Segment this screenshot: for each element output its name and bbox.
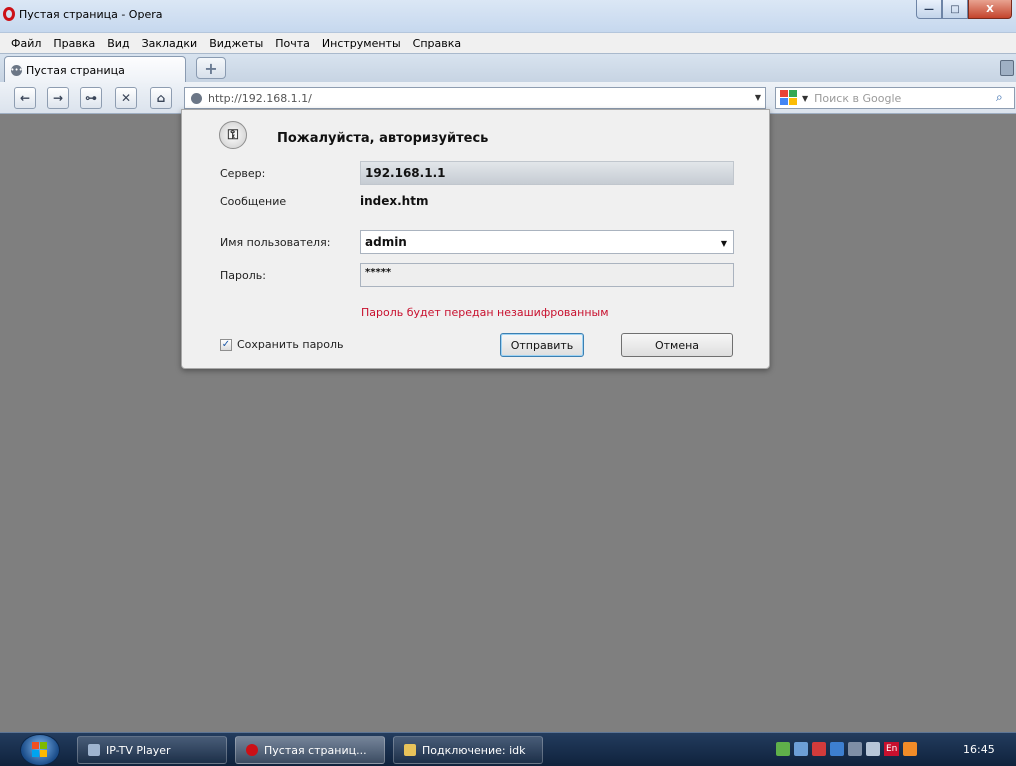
- stop-button[interactable]: ✕: [115, 87, 137, 109]
- windows-logo-icon: [32, 742, 48, 758]
- unencrypted-warning: Пароль будет передан незашифрованным: [361, 306, 609, 319]
- tray-shield-icon[interactable]: [830, 742, 844, 756]
- taskbar: IP-TV Player Пустая страниц... Подключен…: [0, 732, 1016, 766]
- taskbar-item-label: Пустая страниц...: [264, 743, 367, 757]
- search-placeholder: Поиск в Google: [814, 91, 902, 105]
- auth-dialog: ⚿ Пожалуйста, авторизуйтесь Сервер: 192.…: [181, 109, 770, 369]
- tray-antivirus-icon[interactable]: [812, 742, 826, 756]
- opera-logo-icon: [3, 7, 15, 21]
- search-icon[interactable]: ⌕: [996, 90, 1012, 106]
- taskbar-item-label: IP-TV Player: [106, 743, 171, 757]
- password-field[interactable]: *****: [360, 263, 734, 287]
- folder-icon: [404, 744, 416, 756]
- tray-network-icon[interactable]: [794, 742, 808, 756]
- close-button[interactable]: X: [968, 0, 1012, 19]
- taskbar-item-label: Подключение: idk: [422, 743, 526, 757]
- minimize-button[interactable]: —: [916, 0, 942, 19]
- volume-icon[interactable]: [866, 742, 880, 756]
- back-button[interactable]: ←: [14, 87, 36, 109]
- start-button[interactable]: [20, 734, 60, 766]
- submit-button[interactable]: Отправить: [500, 333, 584, 357]
- clock[interactable]: 16:45: [963, 743, 995, 756]
- tab-blank-page[interactable]: ••• Пустая страница: [4, 56, 186, 83]
- search-field[interactable]: ▼ Поиск в Google ⌕: [775, 87, 1015, 109]
- chevron-down-icon[interactable]: ▼: [721, 239, 727, 248]
- forward-button[interactable]: →: [47, 87, 69, 109]
- server-label: Сервер:: [220, 167, 266, 180]
- maximize-button[interactable]: □: [942, 0, 968, 19]
- system-tray: En: [776, 742, 921, 756]
- tab-label: Пустая страница: [26, 63, 125, 77]
- window-controls: — □ X: [916, 0, 1012, 20]
- new-tab-button[interactable]: +: [196, 57, 226, 79]
- trash-icon[interactable]: [1000, 60, 1014, 76]
- username-value: admin: [365, 235, 407, 249]
- key-icon: ⚿: [219, 121, 247, 149]
- menu-mail[interactable]: Почта: [269, 37, 316, 50]
- tray-update-icon[interactable]: [903, 742, 918, 756]
- address-text: http://192.168.1.1/: [208, 91, 312, 105]
- tab-bar: ••• Пустая страница +: [0, 53, 1016, 83]
- menu-edit[interactable]: Правка: [47, 37, 101, 50]
- menu-widgets[interactable]: Виджеты: [203, 37, 269, 50]
- save-password-checkbox[interactable]: ✓: [220, 339, 232, 351]
- message-label: Сообщение: [220, 195, 287, 208]
- server-value: 192.168.1.1: [360, 161, 734, 185]
- taskbar-item-connection[interactable]: Подключение: idk: [393, 736, 543, 764]
- window-title: Пустая страница - Opera: [19, 8, 163, 21]
- google-icon[interactable]: [780, 90, 800, 106]
- menu-help[interactable]: Справка: [407, 37, 467, 50]
- menu-file[interactable]: Файл: [5, 37, 47, 50]
- speed-dial-icon: •••: [10, 64, 23, 76]
- username-label: Имя пользователя:: [220, 236, 331, 249]
- tray-display-icon[interactable]: [848, 742, 862, 756]
- address-bar[interactable]: http://192.168.1.1/ ▼: [184, 87, 766, 109]
- menu-tools[interactable]: Инструменты: [316, 37, 407, 50]
- dialog-title: Пожалуйста, авторизуйтесь: [277, 131, 489, 146]
- opera-icon: [246, 744, 258, 756]
- search-engine-chevron-icon[interactable]: ▼: [802, 94, 808, 103]
- taskbar-item-opera[interactable]: Пустая страниц...: [235, 736, 385, 764]
- tray-app-icon[interactable]: [776, 742, 790, 756]
- menu-bookmarks[interactable]: Закладки: [136, 37, 204, 50]
- message-value: index.htm: [360, 194, 429, 208]
- iptv-player-icon: [88, 744, 100, 756]
- menu-view[interactable]: Вид: [101, 37, 135, 50]
- taskbar-item-iptv[interactable]: IP-TV Player: [77, 736, 227, 764]
- home-button[interactable]: ⌂: [150, 87, 172, 109]
- chevron-down-icon[interactable]: ▼: [755, 93, 761, 102]
- title-bar: Пустая страница - Opera — □ X: [0, 0, 1016, 33]
- username-field[interactable]: admin ▼: [360, 230, 734, 254]
- language-indicator[interactable]: En: [884, 742, 900, 756]
- password-label: Пароль:: [220, 269, 266, 282]
- page-icon: [191, 92, 202, 104]
- cancel-button[interactable]: Отмена: [621, 333, 733, 357]
- save-password-label[interactable]: Сохранить пароль: [237, 338, 344, 351]
- wand-key-button[interactable]: ⊶: [80, 87, 102, 109]
- menu-bar: Файл Правка Вид Закладки Виджеты Почта И…: [0, 33, 1016, 53]
